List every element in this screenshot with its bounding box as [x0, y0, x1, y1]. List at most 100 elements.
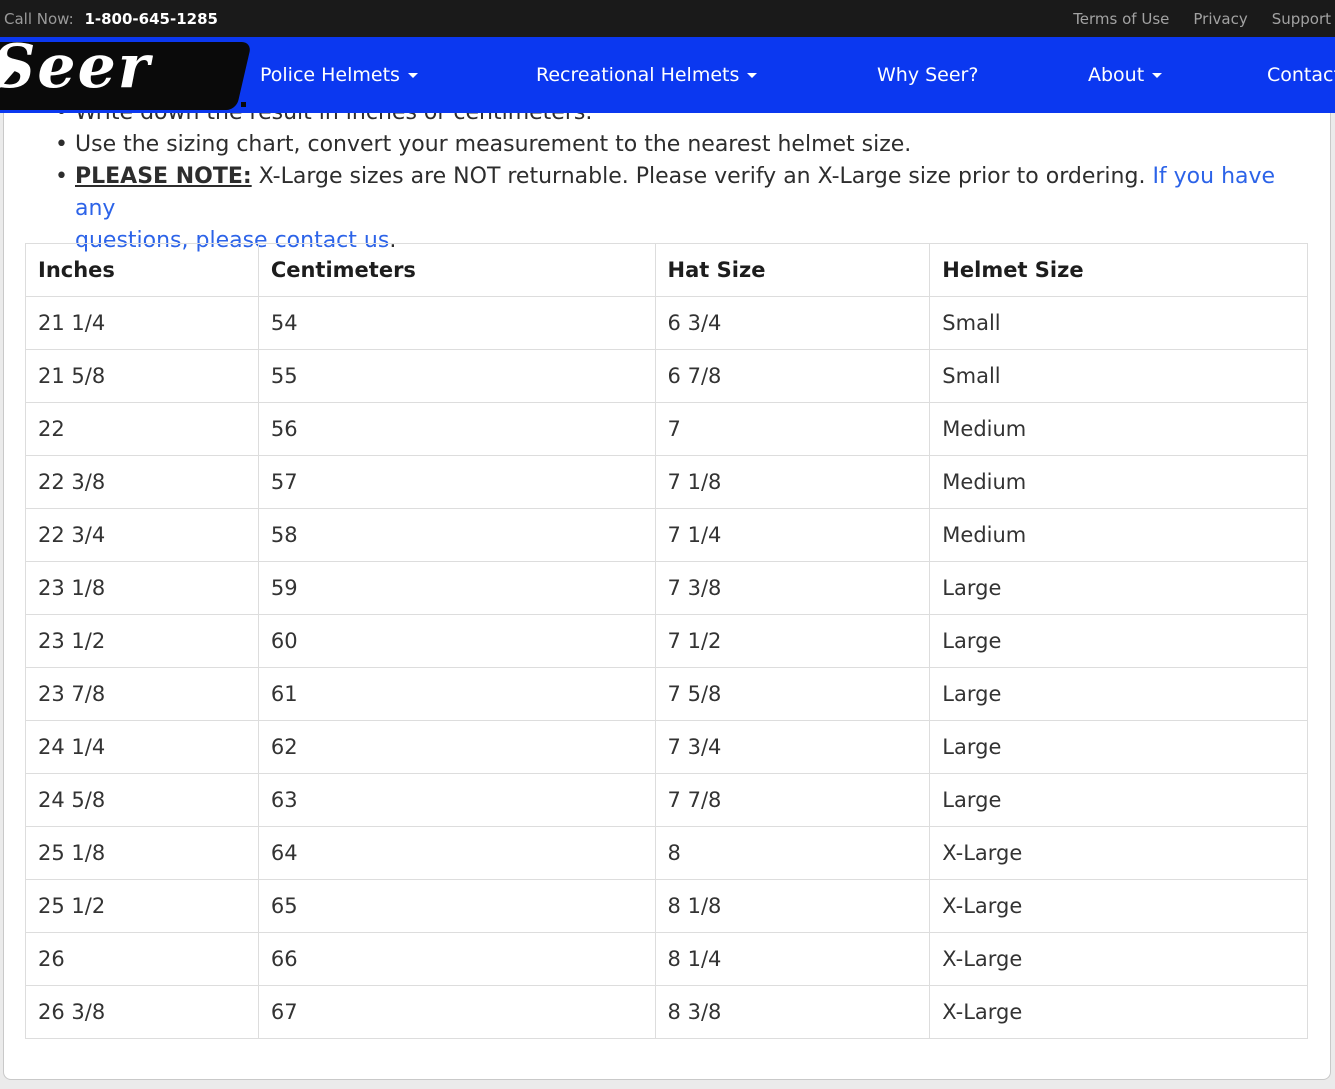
table-cell: 58: [258, 509, 655, 562]
table-row: 22 3/8577 1/8Medium: [26, 456, 1308, 509]
column-header-hat-size: Hat Size: [655, 244, 930, 297]
table-row: 21 1/4546 3/4Small: [26, 297, 1308, 350]
table-cell: 6 7/8: [655, 350, 930, 403]
nav-label: Police Helmets: [260, 64, 400, 86]
table-cell: 21 1/4: [26, 297, 259, 350]
chevron-down-icon: [747, 73, 757, 78]
table-cell: 66: [258, 933, 655, 986]
table-cell: 26 3/8: [26, 986, 259, 1039]
table-cell: 63: [258, 774, 655, 827]
chevron-down-icon: [1152, 73, 1162, 78]
table-cell: 7 1/2: [655, 615, 930, 668]
call-now-label: Call Now:: [4, 10, 74, 28]
table-row: 23 1/2607 1/2Large: [26, 615, 1308, 668]
chevron-down-icon: [408, 73, 418, 78]
column-header-inches: Inches: [26, 244, 259, 297]
phone-number: 1-800-645-1285: [84, 10, 217, 28]
table-cell: 22: [26, 403, 259, 456]
table-cell: Large: [930, 562, 1308, 615]
nav-label: Why Seer?: [877, 64, 978, 86]
table-cell: 21 5/8: [26, 350, 259, 403]
table-cell: 62: [258, 721, 655, 774]
note-label: PLEASE NOTE:: [75, 164, 252, 189]
nav-label: Contact: [1267, 64, 1335, 86]
table-row: 25 1/8648X-Large: [26, 827, 1308, 880]
table-row: 25 1/2658 1/8X-Large: [26, 880, 1308, 933]
table-cell: X-Large: [930, 827, 1308, 880]
table-cell: X-Large: [930, 986, 1308, 1039]
table-cell: 59: [258, 562, 655, 615]
table-cell: 57: [258, 456, 655, 509]
table-cell: 26: [26, 933, 259, 986]
table-row: 21 5/8556 7/8Small: [26, 350, 1308, 403]
table-cell: 54: [258, 297, 655, 350]
nav-item-police-helmets[interactable]: Police Helmets: [260, 64, 418, 86]
nav-item-contact[interactable]: Contact: [1267, 64, 1335, 86]
table-cell: 65: [258, 880, 655, 933]
call-now: Call Now: 1-800-645-1285: [0, 10, 218, 28]
table-row: 24 5/8637 7/8Large: [26, 774, 1308, 827]
table-cell: Large: [930, 774, 1308, 827]
seer-logo[interactable]: Seer: [0, 42, 252, 110]
nav-item-about[interactable]: About: [1088, 64, 1162, 86]
table-cell: 25 1/2: [26, 880, 259, 933]
table-cell: Large: [930, 721, 1308, 774]
table-cell: X-Large: [930, 880, 1308, 933]
table-cell: 8 1/4: [655, 933, 930, 986]
table-row: 23 7/8617 5/8Large: [26, 668, 1308, 721]
table-cell: 7 1/8: [655, 456, 930, 509]
table-cell: 7 1/4: [655, 509, 930, 562]
table-cell: 22 3/8: [26, 456, 259, 509]
table-cell: 7: [655, 403, 930, 456]
table-row: 22 3/4587 1/4Medium: [26, 509, 1308, 562]
table-cell: 24 1/4: [26, 721, 259, 774]
table-cell: 55: [258, 350, 655, 403]
table-cell: 22 3/4: [26, 509, 259, 562]
table-cell: X-Large: [930, 933, 1308, 986]
table-cell: Medium: [930, 456, 1308, 509]
table-header-row: Inches Centimeters Hat Size Helmet Size: [26, 244, 1308, 297]
table-cell: Medium: [930, 509, 1308, 562]
note-text: X-Large sizes are NOT returnable. Please…: [252, 164, 1153, 189]
table-cell: 7 3/4: [655, 721, 930, 774]
table-row: 26668 1/4X-Large: [26, 933, 1308, 986]
table-cell: 7 5/8: [655, 668, 930, 721]
sizing-instructions-list: Write down the result in inches or centi…: [55, 97, 1305, 257]
table-cell: Large: [930, 668, 1308, 721]
table-cell: 24 5/8: [26, 774, 259, 827]
table-cell: 23 1/8: [26, 562, 259, 615]
size-table-body: 21 1/4546 3/4Small21 5/8556 7/8Small2256…: [26, 297, 1308, 1039]
table-cell: 67: [258, 986, 655, 1039]
terms-of-use-link[interactable]: Terms of Use: [1073, 10, 1169, 28]
table-cell: 6 3/4: [655, 297, 930, 350]
table-cell: 7 3/8: [655, 562, 930, 615]
table-row: 24 1/4627 3/4Large: [26, 721, 1308, 774]
table-row: 22567Medium: [26, 403, 1308, 456]
table-cell: Large: [930, 615, 1308, 668]
table-row: 26 3/8678 3/8X-Large: [26, 986, 1308, 1039]
table-cell: 60: [258, 615, 655, 668]
nav-item-recreational-helmets[interactable]: Recreational Helmets: [536, 64, 757, 86]
table-cell: 64: [258, 827, 655, 880]
table-cell: 25 1/8: [26, 827, 259, 880]
table-cell: 23 7/8: [26, 668, 259, 721]
nav-label: About: [1088, 64, 1144, 86]
support-link[interactable]: Support: [1272, 10, 1331, 28]
table-row: 23 1/8597 3/8Large: [26, 562, 1308, 615]
table-cell: 56: [258, 403, 655, 456]
instruction-item: Use the sizing chart, convert your measu…: [55, 129, 1305, 161]
privacy-link[interactable]: Privacy: [1193, 10, 1247, 28]
table-cell: 23 1/2: [26, 615, 259, 668]
column-header-helmet-size: Helmet Size: [930, 244, 1308, 297]
table-cell: 7 7/8: [655, 774, 930, 827]
nav-label: Recreational Helmets: [536, 64, 739, 86]
table-cell: 8 1/8: [655, 880, 930, 933]
logo-period-dot: [241, 102, 246, 107]
seer-logo-text: Seer: [0, 34, 151, 100]
table-cell: Small: [930, 350, 1308, 403]
nav-item-why-seer[interactable]: Why Seer?: [877, 64, 978, 86]
column-header-centimeters: Centimeters: [258, 244, 655, 297]
sizing-chart-table: Inches Centimeters Hat Size Helmet Size …: [25, 243, 1308, 1039]
table-cell: 8 3/8: [655, 986, 930, 1039]
table-cell: Small: [930, 297, 1308, 350]
